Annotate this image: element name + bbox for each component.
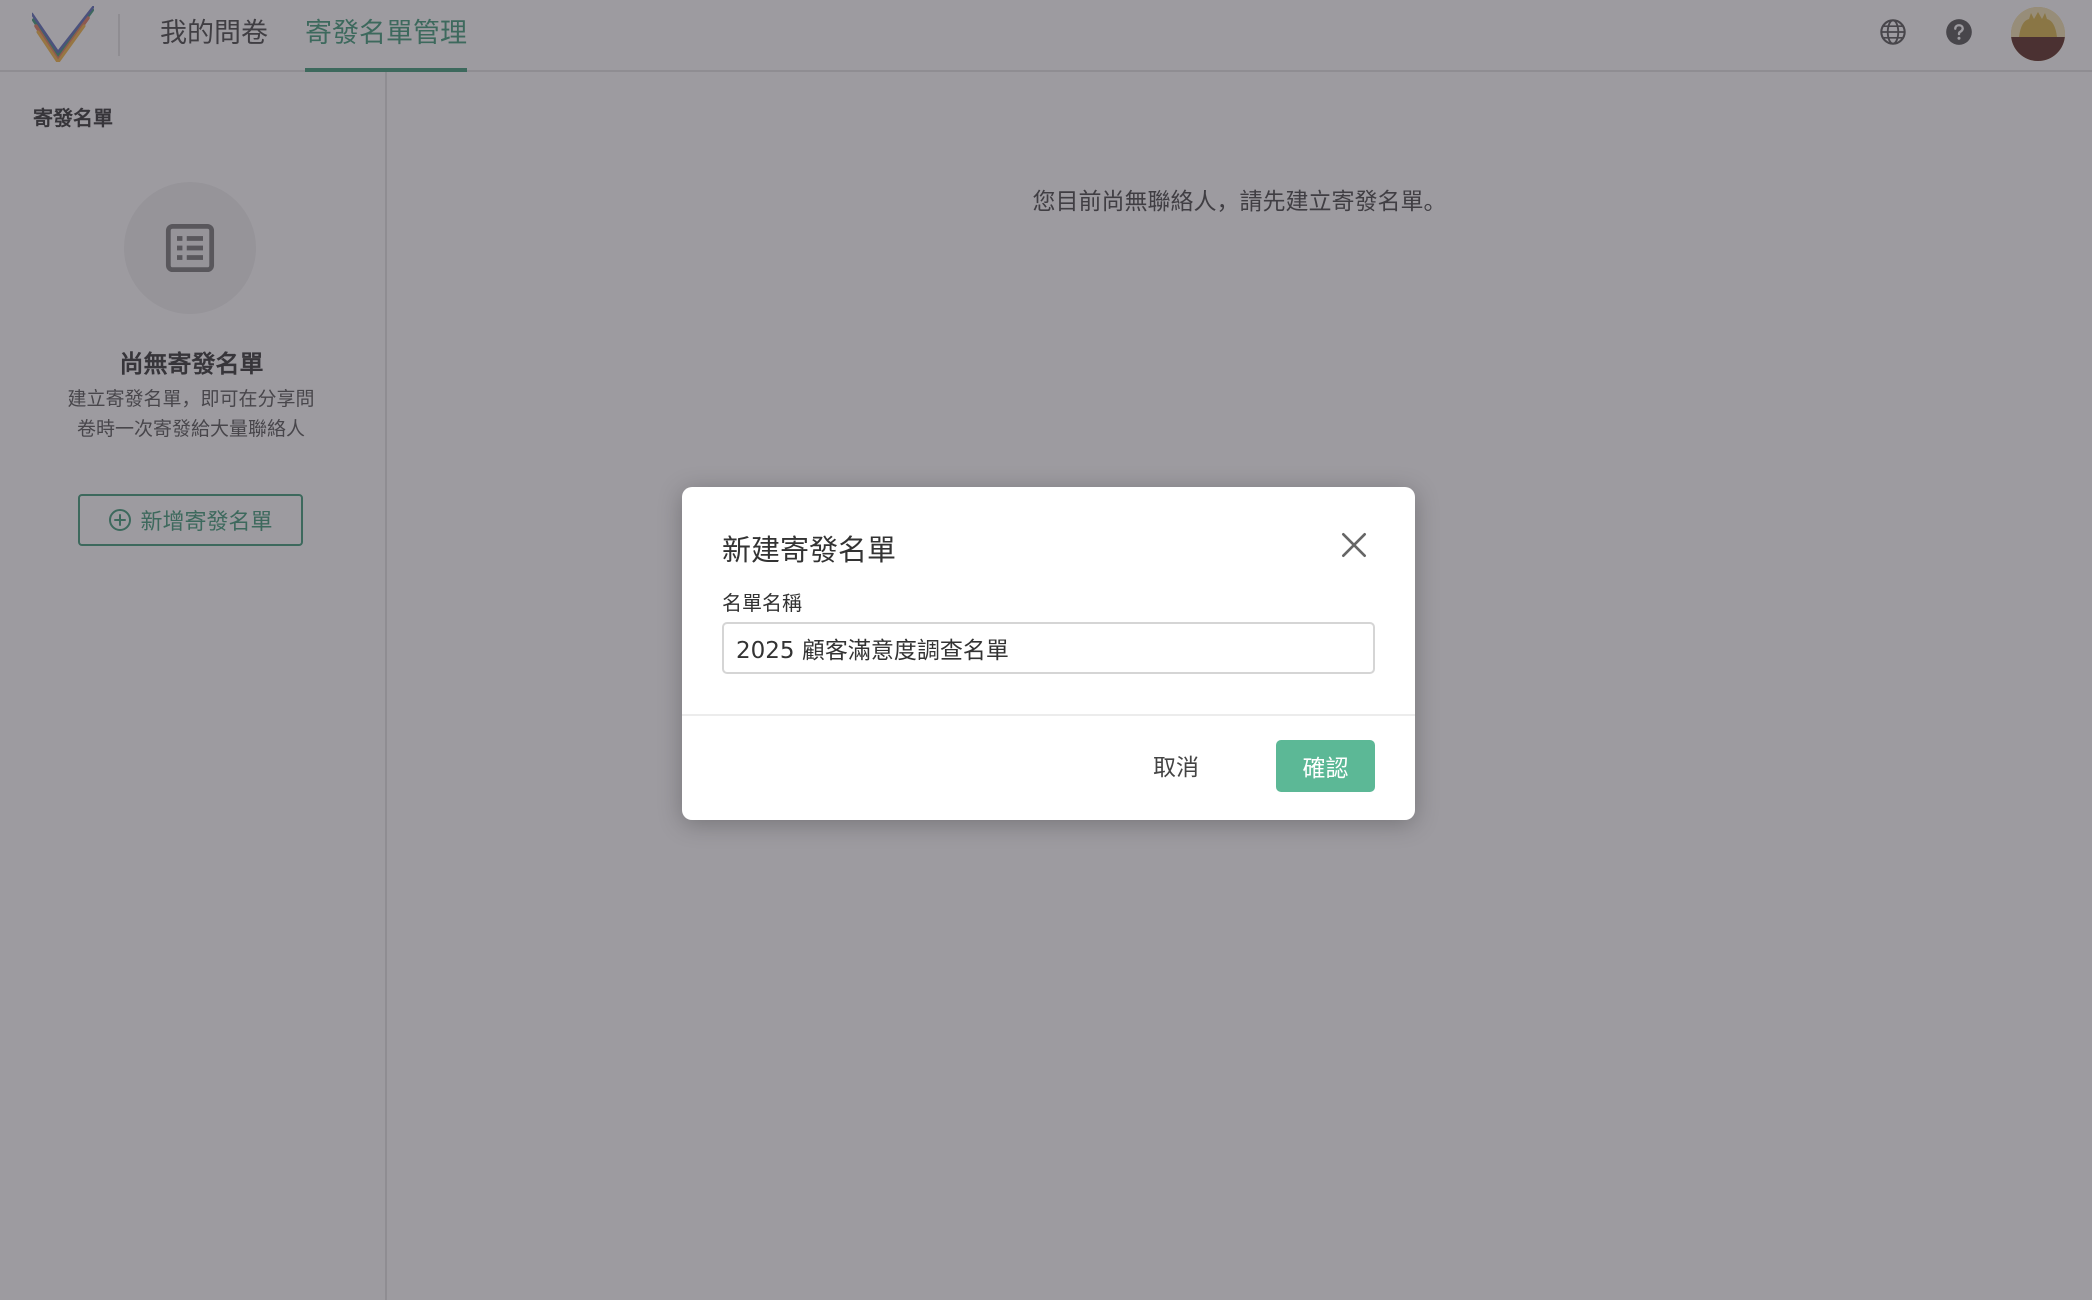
cancel-button[interactable]: 取消 — [1132, 739, 1220, 791]
dialog-divider — [682, 714, 1415, 716]
confirm-button[interactable]: 確認 — [1276, 740, 1375, 792]
new-mailing-list-dialog: 新建寄發名單 名單名稱 取消 確認 — [682, 487, 1415, 820]
list-name-label: 名單名稱 — [722, 591, 802, 615]
close-icon[interactable] — [1338, 529, 1370, 561]
list-name-input[interactable] — [722, 622, 1375, 674]
app-root: 我的問卷 寄發名單管理 寄發名單 — [0, 0, 2092, 1300]
dialog-title: 新建寄發名單 — [722, 533, 897, 567]
